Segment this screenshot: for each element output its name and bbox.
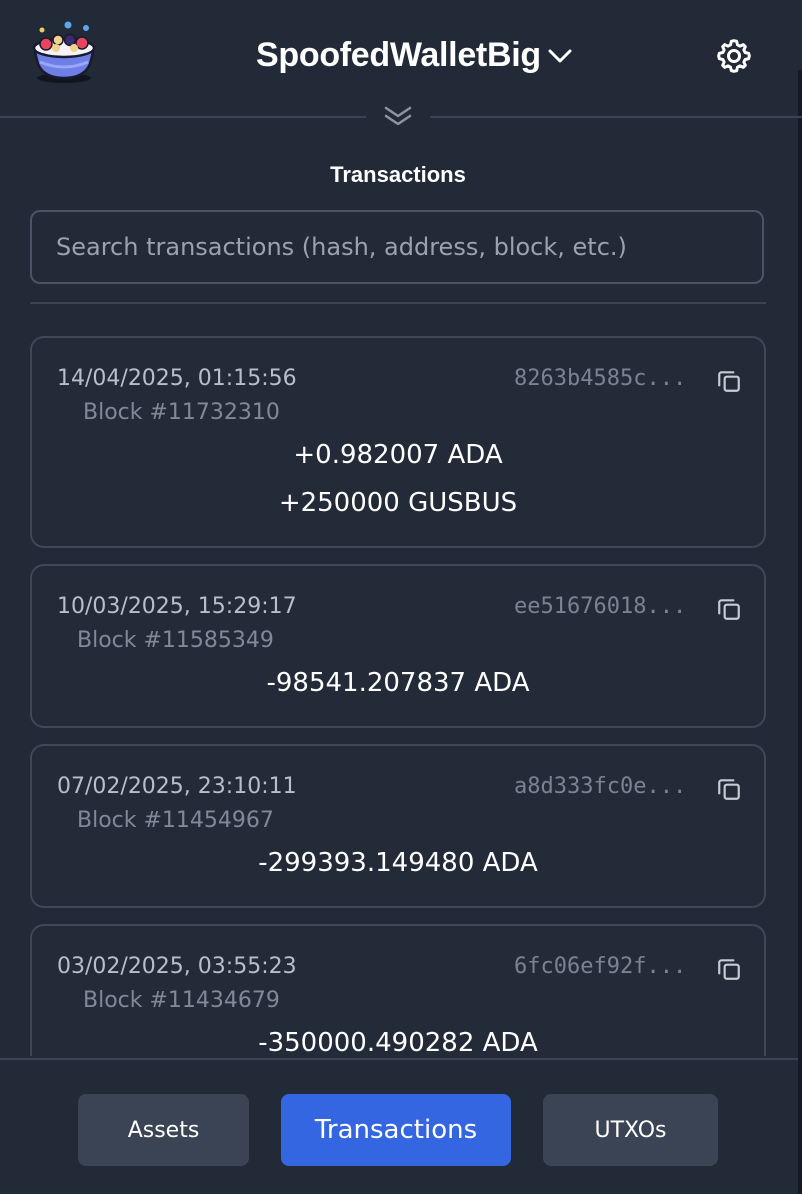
wallet-app: SpoofedWalletBig Transactions 14/04/2025… [0,0,802,1194]
copy-icon[interactable] [716,596,742,622]
copy-icon[interactable] [716,956,742,982]
transaction-card[interactable]: 07/02/2025, 23:10:11 Block #11454967 a8d… [30,744,766,908]
header-divider [0,104,802,130]
transaction-date: 14/04/2025, 01:15:56 [57,366,297,391]
cereal-bowl-logo-icon [32,21,96,83]
transaction-amount: +250000 GUSBUS [278,488,518,518]
transaction-hash: a8d333fc0e... [514,774,687,799]
tab-transactions[interactable]: Transactions [281,1094,511,1166]
transaction-amount: -98541.207837 ADA [266,668,530,698]
search-input[interactable] [30,210,764,284]
transaction-block: Block #11434679 [83,988,280,1013]
tab-utxos[interactable]: UTXOs [543,1094,718,1166]
search-divider [30,302,766,304]
transaction-hash: 8263b4585c... [514,366,687,391]
transaction-card[interactable]: 03/02/2025, 03:55:23 Block #11434679 6fc… [30,924,766,1056]
wallet-selector[interactable]: SpoofedWalletBig [256,36,573,75]
copy-icon[interactable] [716,776,742,802]
transaction-block: Block #11454967 [77,808,274,833]
transaction-amount: +0.982007 ADA [293,440,503,470]
transaction-amount: -299393.149480 ADA [258,848,538,878]
transaction-card[interactable]: 10/03/2025, 15:29:17 Block #11585349 ee5… [30,564,766,728]
bottom-nav: Assets Transactions UTXOs [0,1058,798,1194]
transaction-date: 10/03/2025, 15:29:17 [57,594,297,619]
divider-line-right [430,116,802,118]
double-chevron-down-icon[interactable] [382,104,414,130]
gear-icon[interactable] [714,36,754,76]
transaction-list[interactable]: 14/04/2025, 01:15:56 Block #11732310 826… [30,336,766,1056]
header: SpoofedWalletBig [0,0,802,116]
section-title: Transactions [330,162,466,187]
transaction-hash: 6fc06ef92f... [514,954,687,979]
window-edge [798,70,802,1194]
transaction-block: Block #11585349 [77,628,274,653]
transaction-date: 07/02/2025, 23:10:11 [57,774,297,799]
transaction-card[interactable]: 14/04/2025, 01:15:56 Block #11732310 826… [30,336,766,548]
transaction-amount: -350000.490282 ADA [258,1028,538,1056]
transaction-hash: ee51676018... [514,594,687,619]
divider-line-left [0,116,366,118]
wallet-name-label: SpoofedWalletBig [256,36,541,74]
transaction-date: 03/02/2025, 03:55:23 [57,954,297,979]
chevron-down-icon [548,49,572,62]
transaction-block: Block #11732310 [83,400,280,425]
copy-icon[interactable] [716,368,742,394]
tab-assets[interactable]: Assets [78,1094,249,1166]
